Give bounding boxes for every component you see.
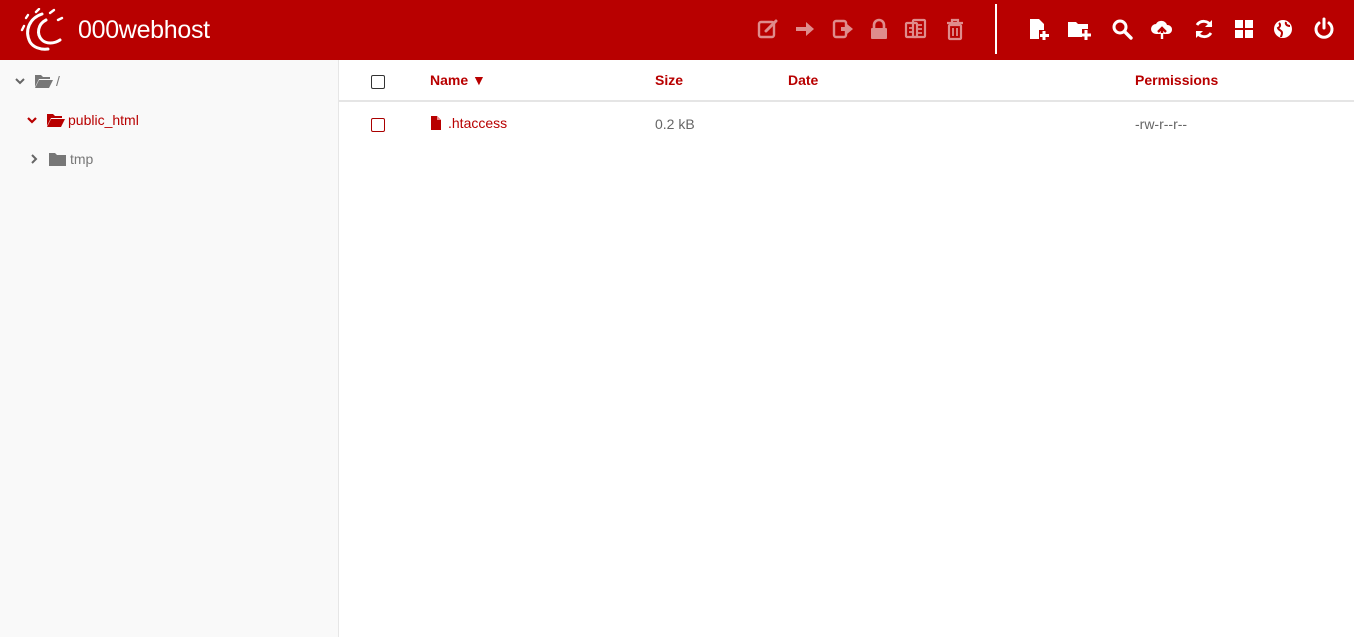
folder-open-icon [35, 75, 53, 88]
brand[interactable]: 000webhost [20, 8, 210, 52]
copy-icon [832, 19, 853, 39]
file-size: 0.2 kB [655, 116, 695, 132]
column-header-date[interactable]: Date [788, 72, 818, 88]
upload-icon [1151, 20, 1173, 39]
new-folder-button[interactable] [1064, 14, 1094, 44]
globe-icon [1274, 20, 1292, 38]
tree-item-label: public_html [68, 112, 139, 128]
file-icon [431, 116, 441, 130]
permissions-button[interactable] [864, 14, 894, 44]
chevron-down-icon [27, 117, 37, 124]
folder-open-icon [47, 114, 65, 127]
tree-item-label: / [56, 73, 60, 89]
archive-icon [904, 18, 927, 39]
column-header-name[interactable]: Name ▼ [430, 72, 486, 88]
brand-logo-icon [20, 8, 64, 51]
file-name-label: .htaccess [448, 115, 508, 131]
select-all-checkbox[interactable] [371, 75, 385, 89]
toolbar-separator [995, 4, 997, 54]
move-icon [796, 22, 814, 36]
top-bar: 000webhost [0, 0, 1354, 60]
new-file-button[interactable] [1023, 14, 1053, 44]
trash-icon [947, 18, 963, 41]
grid-view-icon [1235, 20, 1253, 38]
edit-button[interactable] [753, 14, 783, 44]
delete-button[interactable] [940, 14, 970, 44]
file-name-link[interactable]: .htaccess [430, 115, 507, 131]
new-folder-icon [1068, 22, 1091, 40]
archive-button[interactable] [901, 14, 931, 44]
copy-button[interactable] [828, 14, 858, 44]
row-checkbox[interactable] [371, 118, 385, 132]
move-button[interactable] [790, 14, 820, 44]
table-row[interactable]: .htaccess 0.2 kB -rw-r--r-- [339, 104, 1354, 144]
lock-icon [871, 18, 887, 39]
chevron-right-icon [31, 154, 38, 164]
folder-icon [49, 153, 66, 166]
power-icon [1314, 17, 1334, 39]
upload-button[interactable] [1147, 14, 1177, 44]
search-button[interactable] [1107, 14, 1137, 44]
column-header-permissions[interactable]: Permissions [1135, 72, 1218, 88]
chevron-down-icon [15, 78, 25, 85]
tree-item-root[interactable]: / [14, 69, 60, 93]
column-header-size[interactable]: Size [655, 72, 683, 88]
tree-item-tmp[interactable]: tmp [28, 147, 93, 171]
folder-tree: / public_html tmp [0, 60, 339, 637]
grid-view-button[interactable] [1229, 14, 1259, 44]
refresh-button[interactable] [1189, 14, 1219, 44]
file-list: Name ▼ Size Date Permissions .htaccess 0… [339, 60, 1354, 637]
brand-name: 000webhost [78, 15, 210, 44]
refresh-icon [1195, 19, 1213, 39]
search-icon [1112, 19, 1133, 40]
edit-icon [757, 19, 778, 39]
file-permissions: -rw-r--r-- [1135, 116, 1188, 132]
tree-item-label: tmp [70, 151, 94, 167]
language-button[interactable] [1268, 14, 1298, 44]
tree-item-public-html[interactable]: public_html [26, 108, 139, 132]
table-header: Name ▼ Size Date Permissions [339, 60, 1354, 102]
new-file-icon [1030, 19, 1049, 40]
logout-button[interactable] [1309, 14, 1339, 44]
